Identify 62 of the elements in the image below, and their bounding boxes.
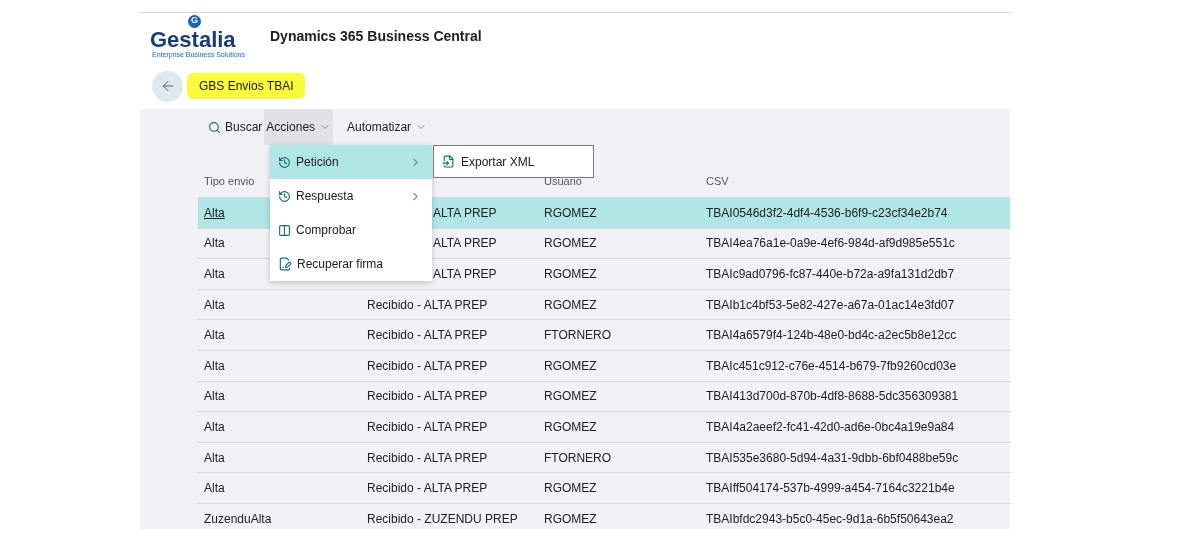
menu-item[interactable]: Petición (270, 145, 432, 179)
table-cell-text: ALTA PREP (432, 266, 498, 283)
table-cell-text: TBAIc9ad0796-fc87-440e-b72a-a9fa131d2db7 (705, 266, 956, 283)
table-cell-text: Recibido - ALTA PREP (366, 296, 489, 314)
table-cell[interactable]: Alta (198, 381, 361, 412)
menu-item[interactable]: Recuperar firma (270, 247, 432, 281)
table-cell-text: ALTA PREP (432, 235, 498, 253)
table-cell-text: RGOMEZ (543, 296, 598, 314)
column-header[interactable]: CSV (706, 174, 729, 187)
search-icon (208, 120, 221, 134)
table-cell[interactable]: Alta (198, 289, 361, 320)
table-cell[interactable]: Alta (198, 320, 361, 350)
table-cell-text: Recibido - ALTA PREP (366, 449, 489, 467)
file-icon (442, 155, 455, 168)
table-cell[interactable]: Alta (198, 442, 361, 473)
table-cell[interactable]: ZuzenduAlta (198, 503, 361, 534)
table-cell-text: RGOMEZ (543, 266, 598, 283)
table-cell[interactable]: Alta (198, 412, 361, 442)
table-cell-text: RGOMEZ (543, 235, 598, 253)
table-cell-text: Recibido - ALTA PREP (366, 357, 489, 375)
columns-icon (278, 223, 291, 237)
table-cell-text: Recibido - ALTA PREP (366, 388, 489, 406)
table-cell-text: TBAIc451c912-c76e-4514-b679-7fb9260cd03e (705, 357, 958, 375)
menu-item[interactable]: Comprobar (270, 213, 432, 247)
table-cell-text: TBAIb1c4bf53-5e82-427e-a67a-01ac14e3fd07 (705, 296, 956, 314)
table-cell-text: TBAI413d700d-870b-4df8-8688-5dc356309381 (705, 388, 960, 406)
table-cell-text: TBAIff504174-537b-4999-a454-7164c3221b4e (705, 480, 956, 498)
table-cell-text: Recibido - ALTA PREP (366, 418, 489, 436)
table-cell-text: FTORNERO (543, 449, 613, 467)
history-icon (278, 189, 291, 203)
table-cell-text: TBAIbfdc2943-b5c0-45ec-9d1a-6b5f50643ea2 (705, 510, 955, 528)
search-button[interactable]: Buscar (198, 109, 265, 145)
app-title: Dynamics 365 Business Central (270, 26, 482, 46)
table-cell: TBAI0546d3f2-4df4-4536-b6f9-c23cf34e2b74 (700, 198, 1010, 228)
menu-button[interactable]: Automatizar (345, 109, 430, 145)
history-icon (278, 155, 291, 169)
table-cell-text: Recibido - ALTA PREP (366, 327, 489, 345)
table-cell[interactable]: Alta (198, 350, 361, 381)
column-header[interactable]: Usuario (544, 174, 582, 187)
table-cell: ALTA PREP (431, 198, 538, 228)
table-cell: RGOMEZ (538, 198, 700, 228)
menu-button[interactable]: Acciones (264, 109, 334, 145)
table-cell-text: RGOMEZ (543, 480, 598, 498)
table-cell-text: TBAI535e3680-5d94-4a31-9dbb-6bf0488be59c (705, 449, 960, 467)
table-cell-text: Recibido - ALTA PREP (366, 480, 489, 498)
logo-badge-icon: G (188, 14, 201, 28)
table-cell-text: Recibido - ZUZENDU PREP (366, 510, 519, 528)
table-cell[interactable]: Alta (198, 473, 361, 503)
table-cell-text: TBAI4ea76a1e-0a9e-4ef6-984d-af9d985e551c (705, 235, 956, 253)
page-title: GBS Envios TBAI (187, 73, 306, 99)
table-cell-text: RGOMEZ (543, 418, 598, 436)
table-cell-text: TBAI4a6579f4-124b-48e0-bd4c-a2ec5b8e12cc (705, 327, 958, 345)
table-cell-text: RGOMEZ (543, 357, 598, 375)
back-button[interactable] (152, 70, 183, 102)
table-cell-text: FTORNERO (543, 327, 613, 345)
table-cell-text: RGOMEZ (543, 388, 598, 406)
menu-item[interactable]: Exportar XML (434, 146, 593, 177)
menu-item[interactable]: Respuesta (270, 179, 432, 213)
column-header[interactable]: Tipo envio (204, 174, 255, 187)
table-cell-text: RGOMEZ (543, 510, 598, 528)
table-cell-text: TBAI4a2aeef2-fc41-42d0-ad6e-0bc4a19e9a84 (705, 418, 956, 436)
edit-icon (278, 257, 292, 271)
